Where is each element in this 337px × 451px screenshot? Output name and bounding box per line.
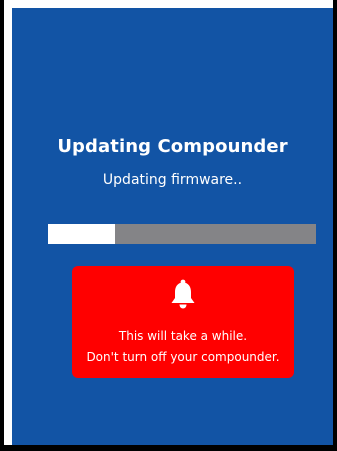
progress-bar-fill [48,224,115,244]
warning-banner: This will take a while. Don't turn off y… [72,266,294,378]
progress-bar [48,224,316,244]
status-text: Updating firmware.. [102,172,243,188]
bell-icon [171,279,195,309]
update-screen: Updating Compounder Updating firmware.. … [12,8,333,445]
warning-text-line-1: This will take a while. [118,329,248,343]
device-frame: Updating Compounder Updating firmware.. … [0,0,337,451]
page-title: Updating Compounder [57,136,288,157]
warning-text-line-2: Don't turn off your compounder. [86,350,280,364]
